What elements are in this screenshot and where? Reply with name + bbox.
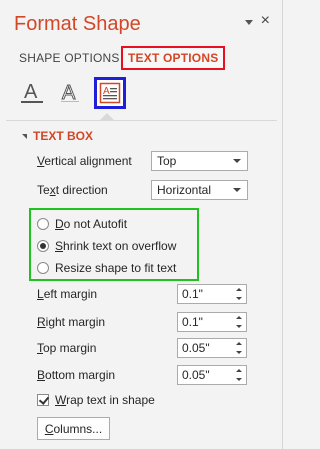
right-margin-label: Right margin [37, 315, 106, 329]
dropdown-arrow-icon [233, 159, 241, 163]
vertical-alignment-label: Vertical alignment [37, 154, 132, 168]
radio-shrink-text-on-overflow[interactable]: Shrink text on overflow [37, 239, 176, 253]
selected-tab-pointer [100, 113, 114, 120]
top-margin-spinner[interactable]: 0.05" [177, 338, 247, 358]
spin-up-icon[interactable] [236, 342, 242, 345]
spin-down-icon[interactable] [236, 325, 242, 328]
bottom-margin-value: 0.05" [182, 368, 210, 382]
bottom-margin-label: Bottom margin [37, 368, 116, 382]
text-direction-select[interactable]: Horizontal [151, 180, 248, 200]
spin-up-icon[interactable] [236, 316, 242, 319]
top-margin-label: Top margin [37, 341, 97, 355]
text-options-icon-tabs: A A A [14, 76, 126, 110]
radio-button[interactable] [37, 240, 49, 252]
divider [6, 120, 277, 121]
bottom-margin-spinner[interactable]: 0.05" [177, 365, 247, 385]
text-fill-outline-icon[interactable]: A [16, 77, 48, 109]
collapse-triangle-icon [22, 133, 27, 139]
radio-button[interactable] [37, 218, 49, 230]
right-margin-spinner[interactable]: 0.1" [177, 312, 247, 332]
left-margin-label: Left margin [37, 287, 98, 301]
text-direction-value: Horizontal [157, 183, 212, 197]
close-icon[interactable]: × [261, 13, 270, 29]
right-margin-value: 0.1" [182, 315, 203, 329]
radio-button[interactable] [37, 262, 49, 274]
columns-button[interactable]: Columns... [37, 417, 110, 440]
tab-shape-options[interactable]: SHAPE OPTIONS [19, 51, 120, 65]
vertical-alignment-select[interactable]: Top [151, 151, 248, 171]
pane-title-controls: × [244, 13, 270, 29]
format-shape-pane: Format Shape × SHAPE OPTIONS TEXT OPTION… [0, 0, 283, 449]
top-margin-value: 0.05" [182, 341, 210, 355]
textbox-icon[interactable]: A [94, 77, 126, 109]
text-direction-label: Text direction [37, 183, 108, 197]
spin-down-icon[interactable] [236, 378, 242, 381]
text-effects-icon[interactable]: A [54, 77, 86, 109]
left-margin-spinner[interactable]: 0.1" [177, 284, 247, 304]
tab-text-options[interactable]: TEXT OPTIONS [121, 46, 226, 70]
chevron-down-icon[interactable] [244, 19, 253, 25]
vertical-alignment-value: Top [157, 154, 177, 168]
wrap-text-checkbox-row[interactable]: Wrap text in shape [37, 393, 155, 407]
svg-text:A: A [62, 82, 76, 104]
spin-down-icon[interactable] [236, 297, 242, 300]
radio-do-not-autofit[interactable]: Do not Autofit [37, 217, 127, 231]
dropdown-arrow-icon [233, 188, 241, 192]
left-margin-value: 0.1" [182, 287, 203, 301]
wrap-text-checkbox[interactable] [37, 394, 49, 406]
spin-down-icon[interactable] [236, 351, 242, 354]
section-text-box-header[interactable]: TEXT BOX [22, 129, 93, 143]
spin-up-icon[interactable] [236, 288, 242, 291]
svg-text:A: A [24, 81, 38, 103]
radio-resize-shape-to-fit-text[interactable]: Resize shape to fit text [37, 261, 176, 275]
pane-title: Format Shape [14, 13, 141, 35]
spin-up-icon[interactable] [236, 369, 242, 372]
section-title: TEXT BOX [33, 129, 94, 143]
